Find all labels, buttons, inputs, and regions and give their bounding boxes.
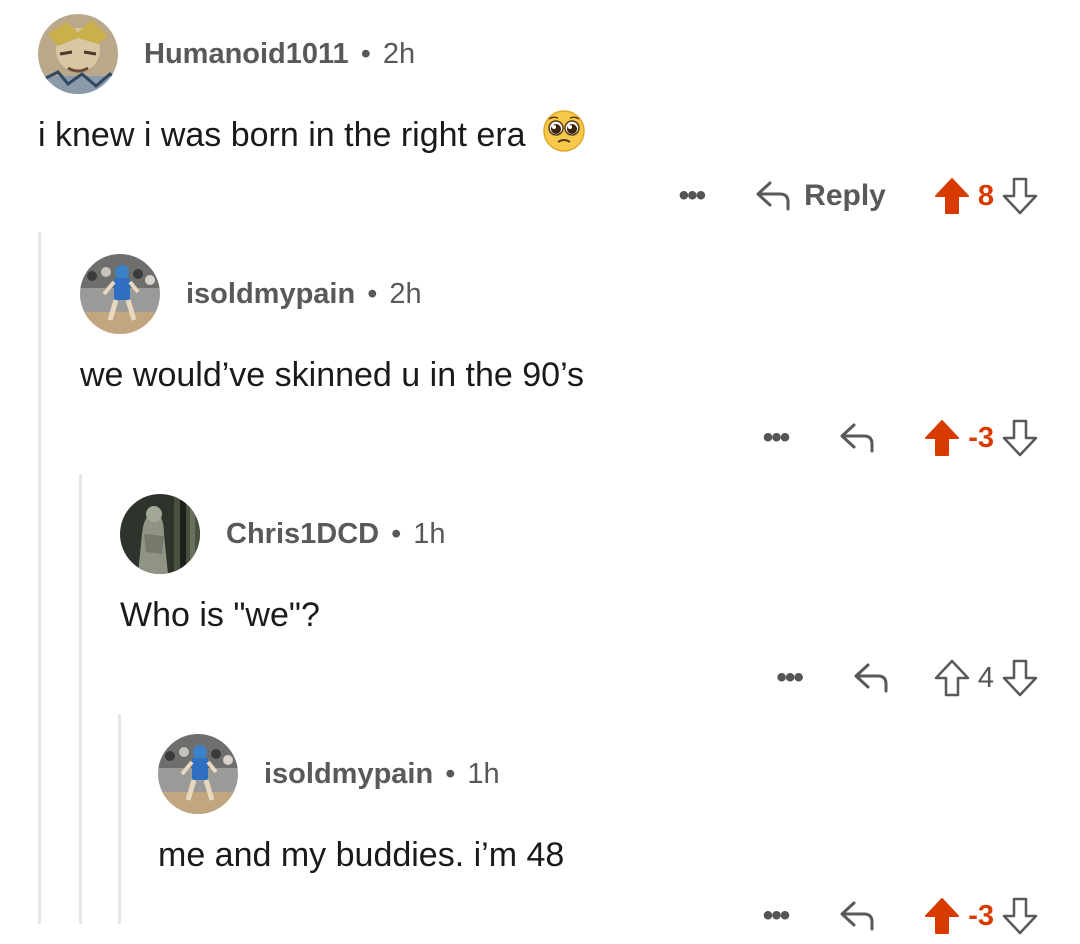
separator-dot: • [445, 757, 456, 790]
reply-button[interactable]: Reply [754, 179, 886, 213]
username[interactable]: Humanoid1011 [144, 38, 349, 71]
downvote-icon[interactable] [1002, 897, 1038, 935]
timestamp: 1h [467, 757, 500, 790]
vote-count: -3 [968, 421, 994, 454]
more-options-icon[interactable]: ••• [679, 181, 706, 211]
downvote-icon[interactable] [1002, 659, 1038, 697]
username[interactable]: isoldmypain [186, 278, 355, 311]
comment-body: me and my buddies. i’m 48 [158, 832, 564, 878]
separator-dot: • [391, 517, 402, 550]
separator-dot: • [360, 37, 371, 70]
vote-box: -3 [924, 897, 1038, 935]
comment-body: i knew i was born in the right era [38, 109, 586, 158]
vote-count: 8 [977, 179, 994, 212]
avatar[interactable] [80, 254, 160, 334]
avatar[interactable] [120, 494, 200, 574]
comment-actions: ••• 4 [776, 650, 1038, 706]
thread-line-level-1[interactable] [38, 232, 41, 924]
reply-arrow-icon [840, 423, 874, 453]
more-options-icon[interactable]: ••• [776, 663, 803, 693]
timestamp: 2h [382, 37, 416, 70]
comment-text: i knew i was born in the right era [38, 115, 526, 154]
thread-line-level-2[interactable] [79, 474, 82, 924]
comment-actions: ••• -3 [763, 410, 1038, 466]
reply-arrow-icon [756, 181, 790, 211]
comment-text: me and my buddies. i’m 48 [158, 835, 565, 874]
reply-label: Reply [804, 179, 886, 212]
vote-box: 8 [934, 177, 1038, 215]
username[interactable]: isoldmypain [264, 758, 433, 791]
comment-header: isoldmypain • 2h [80, 254, 422, 334]
reply-arrow-icon [854, 663, 888, 693]
reply-button[interactable] [838, 421, 876, 455]
thread-line-level-3[interactable] [118, 714, 121, 924]
reply-button[interactable] [852, 661, 890, 695]
avatar[interactable] [38, 14, 118, 94]
downvote-icon[interactable] [1002, 177, 1038, 215]
comment-body: Who is "we"? [120, 592, 320, 638]
downvote-icon[interactable] [1002, 419, 1038, 457]
timestamp: 1h [413, 517, 446, 550]
more-options-icon[interactable]: ••• [763, 423, 790, 453]
vote-count: 4 [977, 661, 994, 694]
vote-count: -3 [968, 899, 994, 932]
more-options-icon[interactable]: ••• [763, 901, 790, 931]
pleading-face-emoji [542, 109, 586, 162]
avatar[interactable] [158, 734, 238, 814]
vote-box: -3 [924, 419, 1038, 457]
timestamp: 2h [389, 277, 422, 310]
comment-actions: ••• Reply 8 [679, 168, 1038, 224]
vote-box: 4 [934, 659, 1038, 697]
upvote-icon[interactable] [924, 897, 960, 935]
comment-text: Who is "we"? [120, 595, 320, 634]
upvote-icon[interactable] [934, 177, 970, 215]
comment-actions: ••• -3 [763, 888, 1038, 944]
upvote-icon[interactable] [934, 659, 970, 697]
reply-arrow-icon [840, 901, 874, 931]
comment-text: we would’ve skinned u in the 90’s [80, 355, 585, 394]
comment-header: isoldmypain • 1h [158, 734, 500, 814]
separator-dot: • [367, 277, 378, 310]
comment-header: Humanoid1011 • 2h [38, 14, 415, 94]
comment-header: Chris1DCD • 1h [120, 494, 446, 574]
upvote-icon[interactable] [924, 419, 960, 457]
comment-body: we would’ve skinned u in the 90’s [80, 352, 584, 398]
username[interactable]: Chris1DCD [226, 518, 379, 551]
reply-button[interactable] [838, 899, 876, 933]
